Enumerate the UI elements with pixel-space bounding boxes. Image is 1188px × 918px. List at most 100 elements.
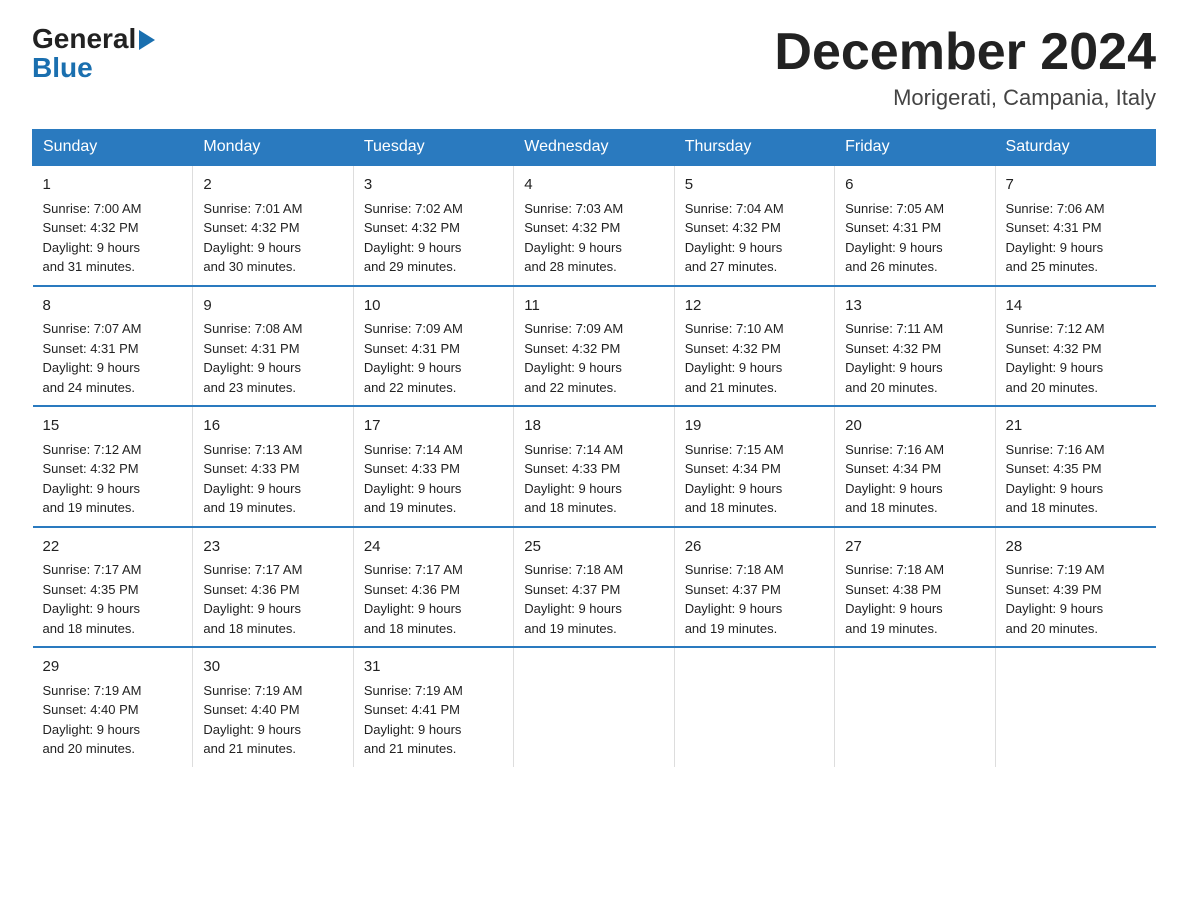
day-number: 5 [685,174,824,197]
day-info: Sunrise: 7:09 AMSunset: 4:31 PMDaylight:… [364,319,503,397]
day-cell: 26Sunrise: 7:18 AMSunset: 4:37 PMDayligh… [674,527,834,648]
day-number: 7 [1006,174,1146,197]
day-number: 21 [1006,415,1146,438]
day-number: 12 [685,295,824,318]
month-title: December 2024 [774,24,1156,81]
day-info: Sunrise: 7:17 AMSunset: 4:35 PMDaylight:… [43,560,183,638]
header-cell-tuesday: Tuesday [353,130,513,166]
header-row: SundayMondayTuesdayWednesdayThursdayFrid… [33,130,1156,166]
day-number: 11 [524,295,663,318]
header-cell-monday: Monday [193,130,353,166]
day-cell: 28Sunrise: 7:19 AMSunset: 4:39 PMDayligh… [995,527,1155,648]
logo: General Blue [32,24,155,83]
day-cell: 27Sunrise: 7:18 AMSunset: 4:38 PMDayligh… [835,527,995,648]
week-row-5: 29Sunrise: 7:19 AMSunset: 4:40 PMDayligh… [33,647,1156,767]
calendar-header: SundayMondayTuesdayWednesdayThursdayFrid… [33,130,1156,166]
day-number: 6 [845,174,984,197]
day-info: Sunrise: 7:18 AMSunset: 4:38 PMDaylight:… [845,560,984,638]
day-cell: 13Sunrise: 7:11 AMSunset: 4:32 PMDayligh… [835,286,995,407]
day-number: 18 [524,415,663,438]
week-row-4: 22Sunrise: 7:17 AMSunset: 4:35 PMDayligh… [33,527,1156,648]
day-cell: 10Sunrise: 7:09 AMSunset: 4:31 PMDayligh… [353,286,513,407]
day-info: Sunrise: 7:18 AMSunset: 4:37 PMDaylight:… [524,560,663,638]
logo-general-text: General [32,24,136,53]
day-cell: 22Sunrise: 7:17 AMSunset: 4:35 PMDayligh… [33,527,193,648]
day-cell: 24Sunrise: 7:17 AMSunset: 4:36 PMDayligh… [353,527,513,648]
week-row-3: 15Sunrise: 7:12 AMSunset: 4:32 PMDayligh… [33,406,1156,527]
day-cell: 11Sunrise: 7:09 AMSunset: 4:32 PMDayligh… [514,286,674,407]
header-cell-wednesday: Wednesday [514,130,674,166]
day-info: Sunrise: 7:10 AMSunset: 4:32 PMDaylight:… [685,319,824,397]
day-cell: 25Sunrise: 7:18 AMSunset: 4:37 PMDayligh… [514,527,674,648]
day-cell: 2Sunrise: 7:01 AMSunset: 4:32 PMDaylight… [193,165,353,286]
day-cell: 15Sunrise: 7:12 AMSunset: 4:32 PMDayligh… [33,406,193,527]
day-number: 17 [364,415,503,438]
day-info: Sunrise: 7:05 AMSunset: 4:31 PMDaylight:… [845,199,984,277]
day-info: Sunrise: 7:19 AMSunset: 4:39 PMDaylight:… [1006,560,1146,638]
week-row-1: 1Sunrise: 7:00 AMSunset: 4:32 PMDaylight… [33,165,1156,286]
day-cell: 1Sunrise: 7:00 AMSunset: 4:32 PMDaylight… [33,165,193,286]
day-cell: 5Sunrise: 7:04 AMSunset: 4:32 PMDaylight… [674,165,834,286]
day-info: Sunrise: 7:11 AMSunset: 4:32 PMDaylight:… [845,319,984,397]
title-block: December 2024 Morigerati, Campania, Ital… [774,24,1156,111]
day-number: 10 [364,295,503,318]
day-info: Sunrise: 7:08 AMSunset: 4:31 PMDaylight:… [203,319,342,397]
day-cell: 30Sunrise: 7:19 AMSunset: 4:40 PMDayligh… [193,647,353,767]
day-info: Sunrise: 7:17 AMSunset: 4:36 PMDaylight:… [203,560,342,638]
day-info: Sunrise: 7:14 AMSunset: 4:33 PMDaylight:… [364,440,503,518]
day-cell: 17Sunrise: 7:14 AMSunset: 4:33 PMDayligh… [353,406,513,527]
week-row-2: 8Sunrise: 7:07 AMSunset: 4:31 PMDaylight… [33,286,1156,407]
day-number: 27 [845,536,984,559]
day-cell [835,647,995,767]
header-cell-saturday: Saturday [995,130,1155,166]
day-number: 3 [364,174,503,197]
day-info: Sunrise: 7:15 AMSunset: 4:34 PMDaylight:… [685,440,824,518]
header-cell-friday: Friday [835,130,995,166]
day-number: 28 [1006,536,1146,559]
day-info: Sunrise: 7:09 AMSunset: 4:32 PMDaylight:… [524,319,663,397]
day-number: 26 [685,536,824,559]
day-cell: 4Sunrise: 7:03 AMSunset: 4:32 PMDaylight… [514,165,674,286]
header-cell-sunday: Sunday [33,130,193,166]
day-number: 29 [43,656,183,679]
day-info: Sunrise: 7:12 AMSunset: 4:32 PMDaylight:… [43,440,183,518]
day-info: Sunrise: 7:19 AMSunset: 4:40 PMDaylight:… [43,681,183,759]
day-number: 9 [203,295,342,318]
day-cell [995,647,1155,767]
header-cell-thursday: Thursday [674,130,834,166]
location-title: Morigerati, Campania, Italy [774,85,1156,111]
day-cell: 6Sunrise: 7:05 AMSunset: 4:31 PMDaylight… [835,165,995,286]
calendar-table: SundayMondayTuesdayWednesdayThursdayFrid… [32,129,1156,767]
day-number: 23 [203,536,342,559]
day-info: Sunrise: 7:13 AMSunset: 4:33 PMDaylight:… [203,440,342,518]
day-cell: 19Sunrise: 7:15 AMSunset: 4:34 PMDayligh… [674,406,834,527]
day-info: Sunrise: 7:19 AMSunset: 4:41 PMDaylight:… [364,681,503,759]
day-number: 20 [845,415,984,438]
day-number: 30 [203,656,342,679]
day-number: 25 [524,536,663,559]
page-header: General Blue December 2024 Morigerati, C… [32,24,1156,111]
day-number: 13 [845,295,984,318]
day-cell: 12Sunrise: 7:10 AMSunset: 4:32 PMDayligh… [674,286,834,407]
day-info: Sunrise: 7:16 AMSunset: 4:34 PMDaylight:… [845,440,984,518]
day-cell: 9Sunrise: 7:08 AMSunset: 4:31 PMDaylight… [193,286,353,407]
day-cell: 20Sunrise: 7:16 AMSunset: 4:34 PMDayligh… [835,406,995,527]
day-cell [674,647,834,767]
day-info: Sunrise: 7:02 AMSunset: 4:32 PMDaylight:… [364,199,503,277]
day-number: 1 [43,174,183,197]
day-cell: 21Sunrise: 7:16 AMSunset: 4:35 PMDayligh… [995,406,1155,527]
day-info: Sunrise: 7:14 AMSunset: 4:33 PMDaylight:… [524,440,663,518]
day-number: 8 [43,295,183,318]
day-cell: 18Sunrise: 7:14 AMSunset: 4:33 PMDayligh… [514,406,674,527]
day-info: Sunrise: 7:01 AMSunset: 4:32 PMDaylight:… [203,199,342,277]
day-cell: 29Sunrise: 7:19 AMSunset: 4:40 PMDayligh… [33,647,193,767]
day-info: Sunrise: 7:04 AMSunset: 4:32 PMDaylight:… [685,199,824,277]
day-number: 22 [43,536,183,559]
day-cell: 31Sunrise: 7:19 AMSunset: 4:41 PMDayligh… [353,647,513,767]
calendar-body: 1Sunrise: 7:00 AMSunset: 4:32 PMDaylight… [33,165,1156,767]
day-info: Sunrise: 7:06 AMSunset: 4:31 PMDaylight:… [1006,199,1146,277]
day-cell: 14Sunrise: 7:12 AMSunset: 4:32 PMDayligh… [995,286,1155,407]
day-info: Sunrise: 7:17 AMSunset: 4:36 PMDaylight:… [364,560,503,638]
day-number: 2 [203,174,342,197]
day-info: Sunrise: 7:00 AMSunset: 4:32 PMDaylight:… [43,199,183,277]
